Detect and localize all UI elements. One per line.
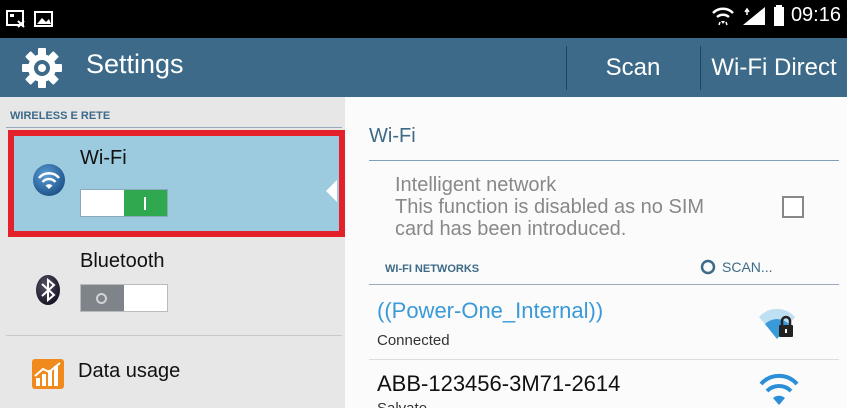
wifi-locked-signal-icon xyxy=(759,308,795,339)
title-divider xyxy=(369,160,839,161)
settings-item-label: Data usage xyxy=(78,360,181,382)
action-bar: Settings Scan Wi-Fi Direct xyxy=(0,38,847,97)
settings-list: WIRELESS E RETE Wi-Fi Bluetooth Data usa… xyxy=(0,97,345,408)
cell-signal-icon xyxy=(742,6,765,25)
pane-title: Wi-Fi xyxy=(369,125,416,147)
wifi-detail-pane: Wi-Fi Intelligent network This function … xyxy=(345,97,847,408)
network-status: Connected xyxy=(377,332,450,349)
scan-progress-icon xyxy=(700,259,716,275)
selection-pointer xyxy=(326,180,337,202)
app-title: Settings xyxy=(86,49,184,79)
intelligent-network-desc-line2: card has been introduced. xyxy=(395,218,627,240)
battery-icon xyxy=(773,4,784,26)
network-name: ABB-123456-3M71-2614 xyxy=(377,371,621,396)
networks-divider xyxy=(369,284,839,285)
data-usage-icon xyxy=(32,359,64,389)
clock: 09:16 xyxy=(790,4,841,26)
settings-item-data-usage[interactable]: Data usage xyxy=(10,336,342,408)
wifi-status-icon xyxy=(712,7,734,25)
settings-item-label: Wi-Fi xyxy=(80,147,127,169)
scan-button[interactable]: Scan xyxy=(567,38,699,97)
networks-header: WI-FI NETWORKS xyxy=(385,263,480,275)
screenshot-icon xyxy=(6,10,25,28)
image-icon xyxy=(34,11,53,27)
wifi-icon xyxy=(33,164,65,196)
scan-label: SCAN... xyxy=(722,259,773,275)
intelligent-network-title: Intelligent network xyxy=(395,174,557,196)
network-status: Salvato xyxy=(377,400,427,408)
scan-link[interactable]: SCAN... xyxy=(700,259,773,275)
section-divider xyxy=(6,127,342,128)
wifi-toggle[interactable] xyxy=(80,189,168,217)
intelligent-network-desc-line1: This function is disabled as no SIM xyxy=(395,196,705,218)
network-item[interactable]: ABB-123456-3M71-2614 Salvato xyxy=(345,360,847,408)
section-header: WIRELESS E RETE xyxy=(10,110,111,122)
settings-item-label: Bluetooth xyxy=(80,250,165,272)
network-item[interactable]: ((Power-One_Internal)) Connected xyxy=(345,287,847,357)
settings-item-wifi[interactable]: Wi-Fi xyxy=(10,133,342,234)
bluetooth-icon xyxy=(36,275,60,305)
settings-item-bluetooth[interactable]: Bluetooth xyxy=(10,238,342,332)
gear-icon[interactable] xyxy=(18,46,66,90)
wifi-direct-button[interactable]: Wi-Fi Direct xyxy=(701,38,847,97)
wifi-signal-icon xyxy=(759,373,799,405)
intelligent-network-checkbox[interactable] xyxy=(782,196,804,218)
network-name: ((Power-One_Internal)) xyxy=(377,298,604,323)
intelligent-network-option[interactable]: Intelligent network This function is dis… xyxy=(395,174,725,240)
bluetooth-toggle[interactable] xyxy=(80,284,168,312)
status-bar: 09:16 xyxy=(0,0,847,38)
